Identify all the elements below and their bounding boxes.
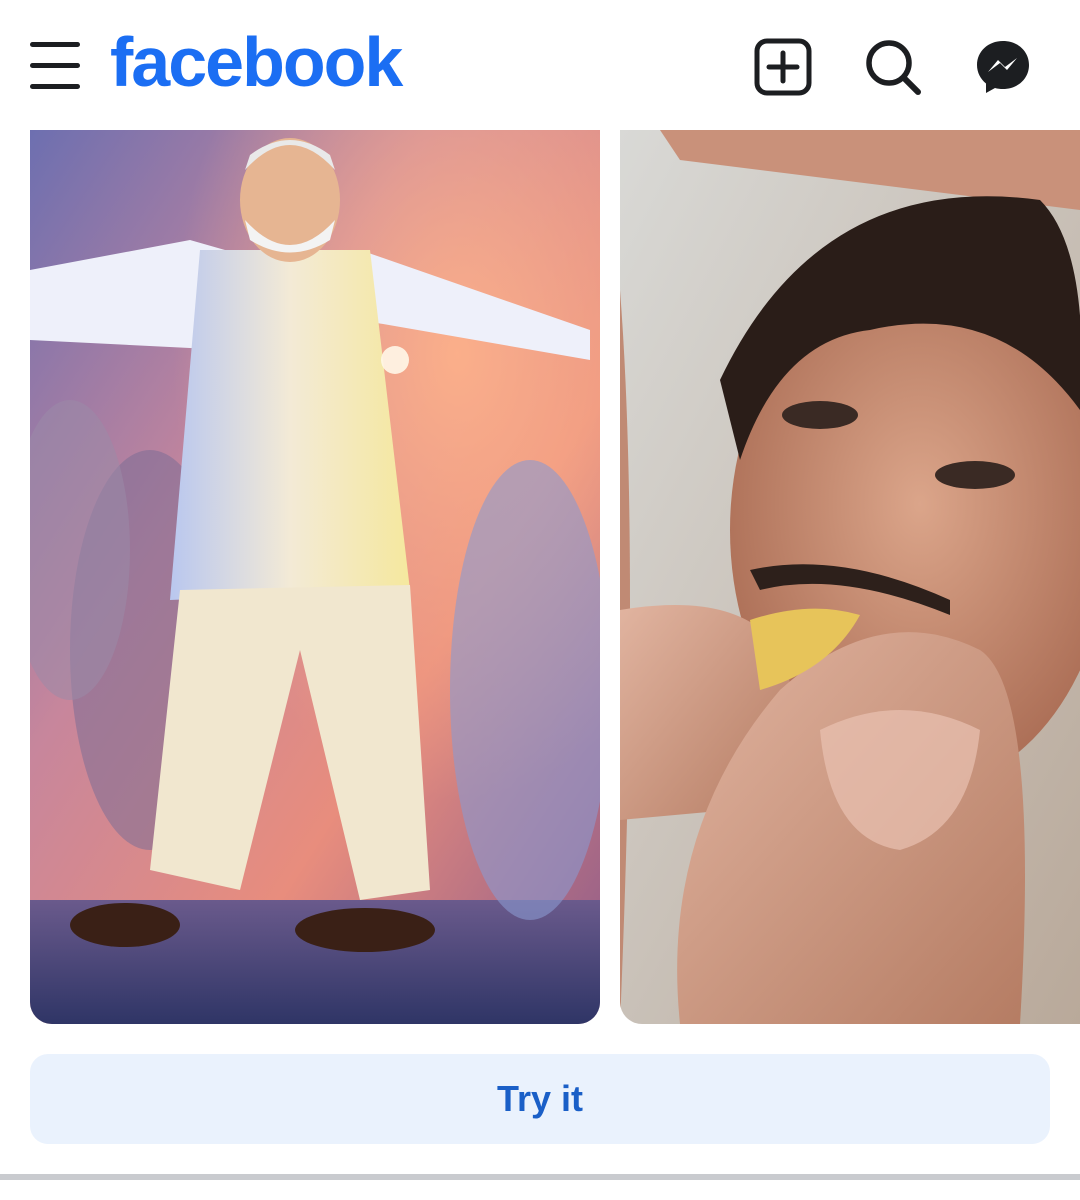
- messenger-icon[interactable]: [974, 38, 1032, 96]
- section-divider: [0, 1174, 1080, 1180]
- search-icon[interactable]: [864, 38, 922, 96]
- eating-image: [620, 130, 1080, 1024]
- top-app-bar: facebook: [0, 0, 1080, 130]
- plus-square-icon[interactable]: [754, 38, 812, 96]
- dancer-image: [30, 130, 600, 1024]
- menu-icon[interactable]: [30, 42, 82, 90]
- facebook-logo[interactable]: facebook: [110, 22, 403, 102]
- photo-card-dancer[interactable]: [30, 130, 600, 1024]
- photo-card-eating[interactable]: [620, 130, 1080, 1024]
- try-it-button[interactable]: Try it: [30, 1054, 1050, 1144]
